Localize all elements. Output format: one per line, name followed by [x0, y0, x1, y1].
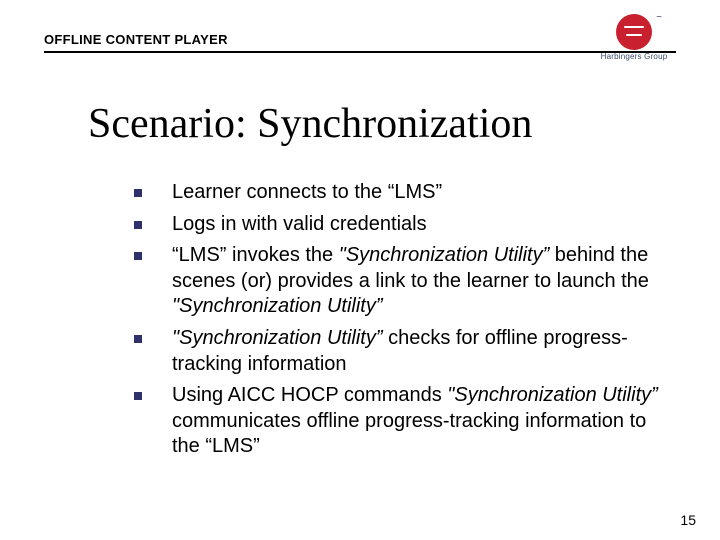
list-item: Using AICC HOCP commands "Synchronizatio…	[128, 383, 660, 460]
list-item: “LMS” invokes the "Synchronization Utili…	[128, 243, 660, 320]
bullet-text: Learner connects to the “LMS”	[172, 181, 442, 203]
bullet-italic: "Synchronization Utility”	[172, 327, 383, 349]
bullet-text: communicates offline progress-tracking i…	[172, 410, 646, 458]
header-left: OFFLINE CONTENT PLAYER	[44, 32, 676, 53]
list-item: Learner connects to the “LMS”	[128, 180, 660, 206]
bird-icon: ~	[656, 12, 662, 23]
slide-title: Scenario: Synchronization	[88, 100, 532, 148]
list-item: Logs in with valid credentials	[128, 212, 660, 238]
bullet-italic: "Synchronization Utility”	[172, 295, 383, 317]
bullet-italic: "Synchronization Utility”	[447, 384, 658, 406]
bullet-text: “LMS” invokes the	[172, 244, 339, 266]
page-number: 15	[680, 512, 696, 528]
header-title: OFFLINE CONTENT PLAYER	[44, 32, 676, 47]
brand-logo: ~ Harbingers Group	[592, 14, 676, 64]
logo-mark: ~	[616, 14, 652, 50]
bullet-text: Using AICC HOCP commands	[172, 384, 447, 406]
list-item: "Synchronization Utility” checks for off…	[128, 326, 660, 377]
bullet-list: Learner connects to the “LMS” Logs in wi…	[128, 180, 660, 466]
slide-header: OFFLINE CONTENT PLAYER ~ Harbingers Grou…	[44, 32, 676, 53]
bullet-italic: "Synchronization Utility”	[339, 244, 550, 266]
logo-text: Harbingers Group	[601, 52, 668, 61]
bullet-text: Logs in with valid credentials	[172, 213, 427, 235]
header-rule	[44, 51, 676, 53]
